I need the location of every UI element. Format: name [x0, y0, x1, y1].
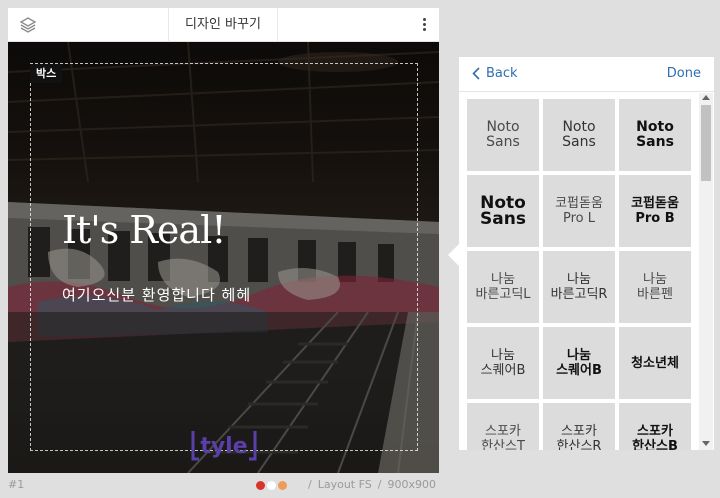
font-option-label: Noto Sans	[486, 119, 520, 150]
more-vertical-icon[interactable]	[417, 16, 431, 34]
color-swatches	[256, 480, 289, 493]
font-option[interactable]: 나눔 스퀘어B	[467, 327, 539, 399]
font-option-label: Noto Sans	[480, 193, 526, 229]
scroll-down-icon[interactable]	[702, 441, 710, 446]
tyle-logo: tyle	[191, 431, 257, 461]
font-option[interactable]: 코펍돋움 Pro B	[619, 175, 691, 247]
font-option-label: 청소년체	[631, 355, 679, 371]
editor-card: 디자인 바꾸기 박스 It's Real! 여기오신분 환영합니다 헤헤 tyl…	[8, 8, 439, 473]
slide-number: #1	[8, 478, 25, 491]
layers-icon[interactable]	[19, 16, 37, 34]
chevron-left-icon	[472, 67, 480, 80]
editor-topbar: 디자인 바꾸기	[8, 8, 439, 42]
font-option[interactable]: Noto Sans	[467, 99, 539, 171]
selection-box[interactable]	[30, 63, 418, 451]
done-button[interactable]: Done	[667, 66, 701, 81]
font-option-label: 나눔 스퀘어B	[480, 348, 526, 378]
panel-header: Back Done	[459, 57, 714, 92]
font-option-label: 나눔 바른펜	[637, 272, 673, 302]
font-option[interactable]: 스포카 한산스B	[619, 403, 691, 450]
font-option[interactable]: 스포카 한산스T	[467, 403, 539, 450]
font-option-label: 스포카 한산스T	[481, 424, 525, 450]
font-option[interactable]: 청소년체	[619, 327, 691, 399]
color-swatch-red[interactable]	[256, 481, 265, 490]
font-option-label: 코펍돋움 Pro L	[555, 196, 603, 226]
headline-text[interactable]: It's Real!	[62, 208, 226, 252]
scroll-thumb[interactable]	[701, 105, 711, 181]
subline-text[interactable]: 여기오신분 환영합니다 헤헤	[62, 284, 251, 305]
color-swatch-orange[interactable]	[278, 481, 287, 490]
font-option-label: Noto Sans	[562, 119, 596, 150]
scroll-up-icon[interactable]	[702, 95, 710, 100]
box-label: 박스	[30, 64, 63, 83]
separator: /	[377, 478, 382, 491]
font-grid: Noto Sans Noto Sans Noto Sans Noto Sans 코펍돋움…	[467, 99, 692, 450]
font-option-label: 나눔 스퀘어B	[556, 348, 602, 378]
layout-label: Layout FS	[317, 478, 372, 491]
font-option[interactable]: Noto Sans	[619, 99, 691, 171]
back-button[interactable]: Back	[472, 66, 518, 81]
font-option[interactable]: 나눔 바른고딕L	[467, 251, 539, 323]
font-option[interactable]: Noto Sans	[467, 175, 539, 247]
back-label: Back	[486, 66, 518, 81]
font-option-label: 나눔 바른고딕R	[550, 272, 608, 302]
font-option[interactable]: Noto Sans	[543, 99, 615, 171]
font-option-label: Noto Sans	[636, 119, 674, 150]
font-option-label: 스포카 한산스B	[632, 424, 678, 450]
separator: /	[308, 478, 312, 491]
font-option-label: 나눔 바른고딕L	[475, 272, 531, 302]
change-design-button[interactable]: 디자인 바꾸기	[168, 8, 278, 42]
font-option[interactable]: 나눔 바른펜	[619, 251, 691, 323]
font-option-label: 스포카 한산스R	[556, 424, 602, 450]
font-option[interactable]: 나눔 스퀘어B	[543, 327, 615, 399]
font-option[interactable]: 스포카 한산스R	[543, 403, 615, 450]
panel-pointer	[448, 244, 459, 266]
font-panel: Back Done Noto Sans Noto Sans Noto Sans Not…	[448, 57, 714, 450]
font-option[interactable]: 코펍돋움 Pro L	[543, 175, 615, 247]
font-option[interactable]: 나눔 바른고딕R	[543, 251, 615, 323]
logo-text: tyle	[200, 434, 247, 459]
font-option-label: 코펍돋움 Pro B	[631, 196, 679, 226]
size-label: 900x900	[387, 478, 436, 491]
slide-meta: / Layout FS / 900x900	[302, 478, 436, 491]
slide-canvas[interactable]: 박스 It's Real! 여기오신분 환영합니다 헤헤 tyle	[8, 42, 439, 473]
color-swatch-white[interactable]	[267, 481, 276, 490]
panel-scrollbar[interactable]	[699, 93, 713, 450]
slide-footer: #1 / Layout FS / 900x900	[8, 476, 439, 494]
